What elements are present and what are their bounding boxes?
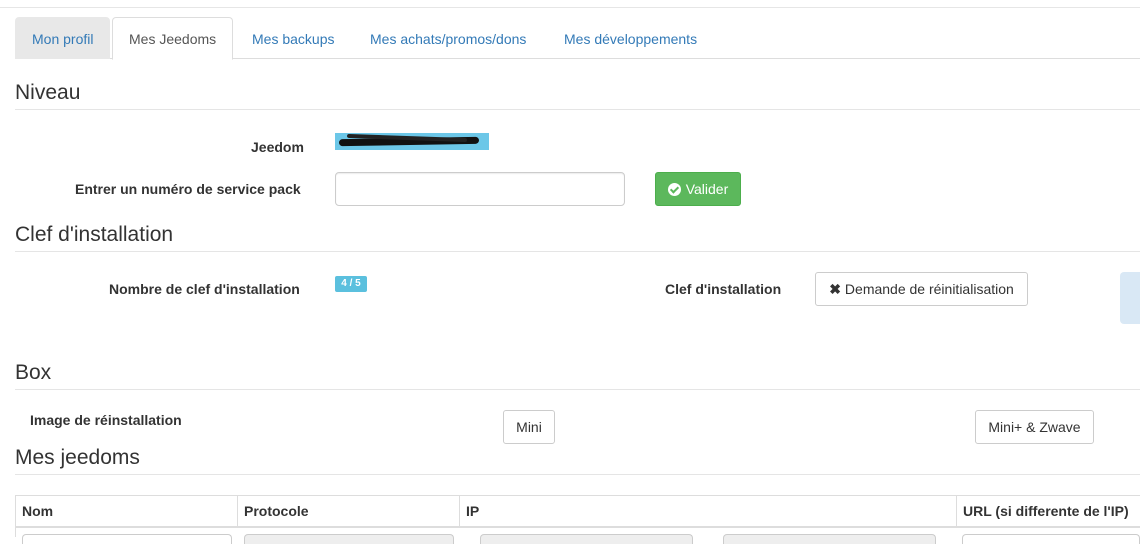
service-pack-input[interactable] [335, 172, 625, 206]
profile-tabs: Mon profil Mes Jeedoms Mes backups Mes a… [15, 17, 1140, 60]
column-header-protocole: Protocole [238, 496, 460, 528]
column-header-ip: IP [460, 496, 957, 528]
section-title-mes-jeedoms: Mes jeedoms [15, 446, 140, 469]
protocol-select[interactable] [244, 534, 454, 544]
install-key-count-label: Nombre de clef d'installation [109, 281, 300, 297]
validate-button-label: Valider [685, 181, 729, 197]
service-pack-label: Entrer un numéro de service pack [75, 181, 301, 197]
side-panel-edge[interactable] [1120, 272, 1140, 324]
column-header-url: URL (si differente de l'IP) [957, 496, 1140, 528]
install-key-label: Clef d'installation [665, 281, 782, 297]
url-input[interactable] [962, 534, 1140, 544]
mini-image-button[interactable]: Mini [503, 410, 555, 444]
reinstall-image-label: Image de réinstallation [30, 412, 182, 428]
reset-request-label: Demande de réinitialisation [844, 281, 1014, 297]
port-input[interactable] [723, 534, 936, 544]
reset-request-button[interactable]: ✖ Demande de réinitialisation [815, 272, 1028, 306]
tab-mes-backups[interactable]: Mes backups [235, 17, 351, 59]
jeedoms-table: Nom Protocole IP URL (si differente de l… [15, 495, 1140, 544]
section-title-clef: Clef d'installation [15, 223, 174, 246]
tab-mes-achats[interactable]: Mes achats/promos/dons [353, 17, 543, 59]
top-divider [0, 7, 1140, 8]
section-divider [15, 109, 1140, 110]
tab-mes-developpements[interactable]: Mes développements [547, 17, 714, 59]
tab-mes-jeedoms[interactable]: Mes Jeedoms [112, 17, 234, 60]
install-key-count-badge: 4 / 5 [335, 276, 367, 292]
column-header-nom: Nom [16, 496, 238, 528]
validate-button[interactable]: Valider [655, 172, 741, 206]
tab-mon-profil[interactable]: Mon profil [15, 17, 111, 59]
name-input[interactable] [22, 534, 232, 544]
section-title-box: Box [15, 361, 52, 384]
ip-input[interactable] [480, 534, 693, 544]
section-divider [15, 251, 1140, 252]
redacted-jeedom-value [335, 133, 489, 150]
times-icon: ✖ [829, 281, 841, 297]
check-circle-icon [667, 182, 681, 196]
miniplus-zwave-image-button[interactable]: Mini+ & Zwave [975, 410, 1094, 444]
section-divider [15, 474, 1140, 475]
jeedom-label: Jeedom [251, 139, 304, 155]
section-title-niveau: Niveau [15, 81, 81, 104]
section-divider [15, 389, 1140, 390]
